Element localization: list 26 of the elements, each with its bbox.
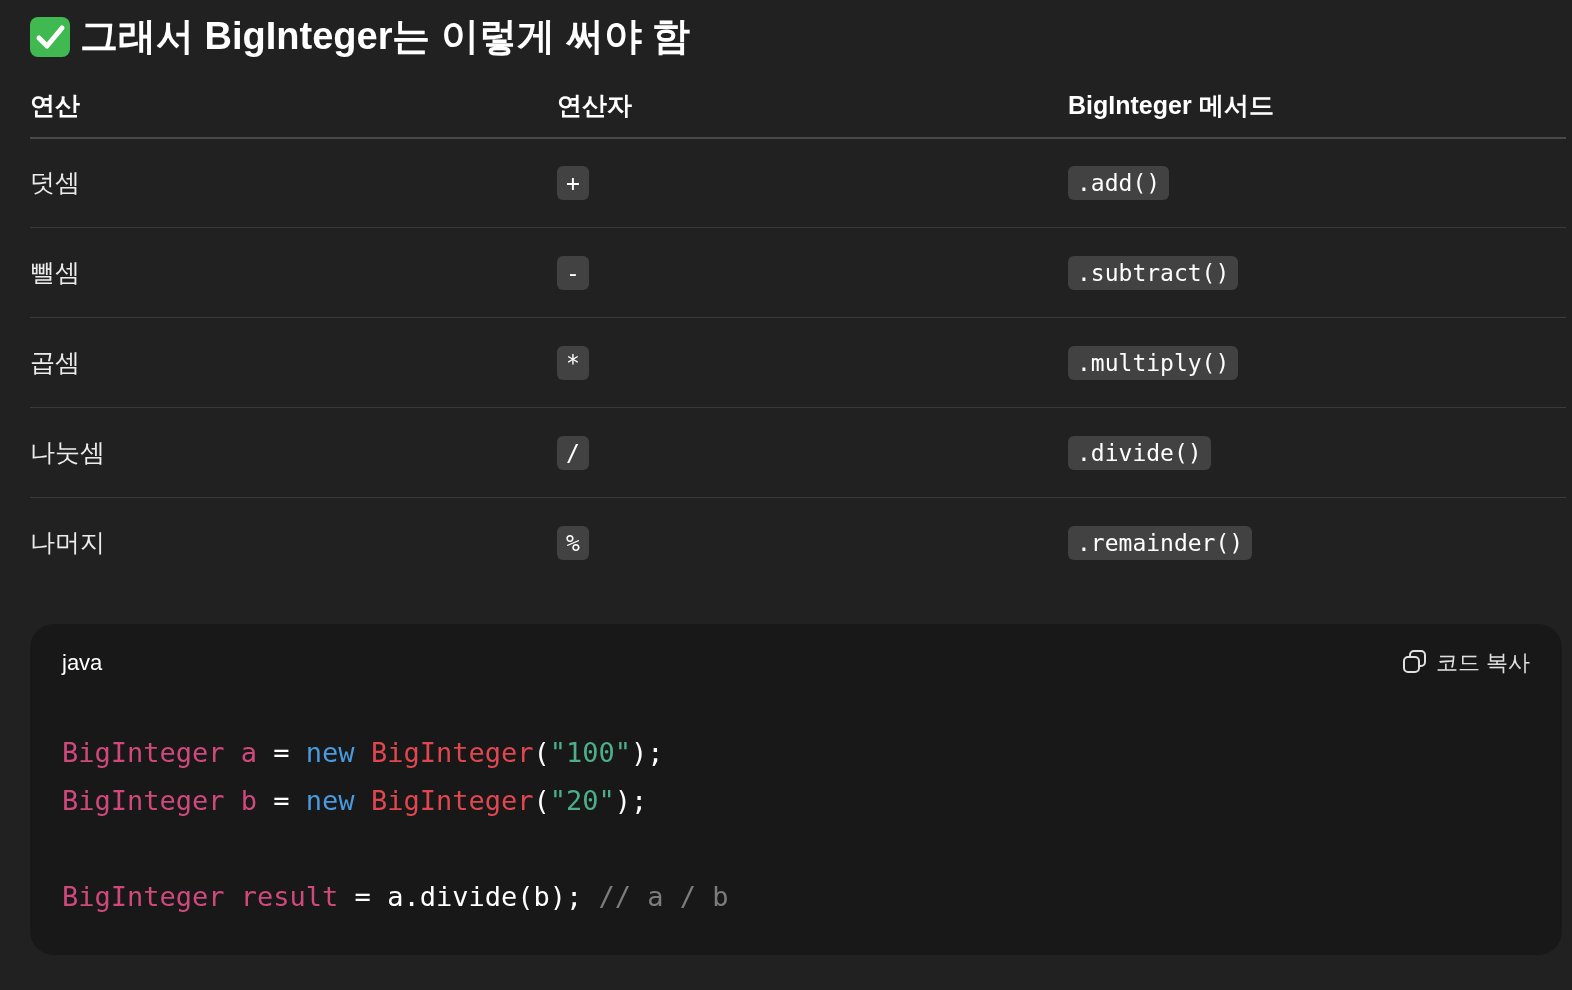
code-snippet: + — [557, 166, 589, 200]
copy-icon — [1401, 649, 1428, 675]
table-cell: 나눗셈 — [30, 407, 557, 498]
code-line: BigInteger a = new BigInteger("100"); — [62, 735, 664, 770]
code-snippet: .remainder() — [1068, 526, 1253, 560]
column-header: BigInteger 메서드 — [1068, 87, 1566, 138]
code-snippet: .divide() — [1068, 435, 1211, 470]
table-cell: 나머지 — [30, 497, 557, 588]
table-cell: 곱셈 — [30, 317, 557, 408]
code-snippet: .multiply() — [1068, 345, 1239, 380]
code-snippet: * — [557, 345, 589, 380]
heading-text: 그래서 BigInteger는 이렇게 써야 함 — [80, 14, 691, 59]
code-snippet: % — [557, 526, 589, 560]
code-snippet: / — [557, 435, 589, 470]
column-header: 연산자 — [557, 87, 1068, 138]
code-snippet: - — [557, 255, 589, 290]
check-icon — [30, 16, 70, 57]
code-line: BigInteger b = new BigInteger("20"); — [62, 783, 648, 818]
table-cell: 덧셈 — [30, 137, 557, 228]
copy-code-button[interactable]: 코드 복사 — [1401, 645, 1530, 679]
code-line: BigInteger result = a.divide(b); // a / b — [62, 879, 729, 914]
code-snippet: .subtract() — [1068, 255, 1239, 290]
table-cell: 뺄셈 — [30, 227, 557, 318]
column-header: 연산 — [30, 87, 557, 138]
code-snippet: .add() — [1068, 166, 1170, 200]
language-label: java — [62, 648, 103, 677]
